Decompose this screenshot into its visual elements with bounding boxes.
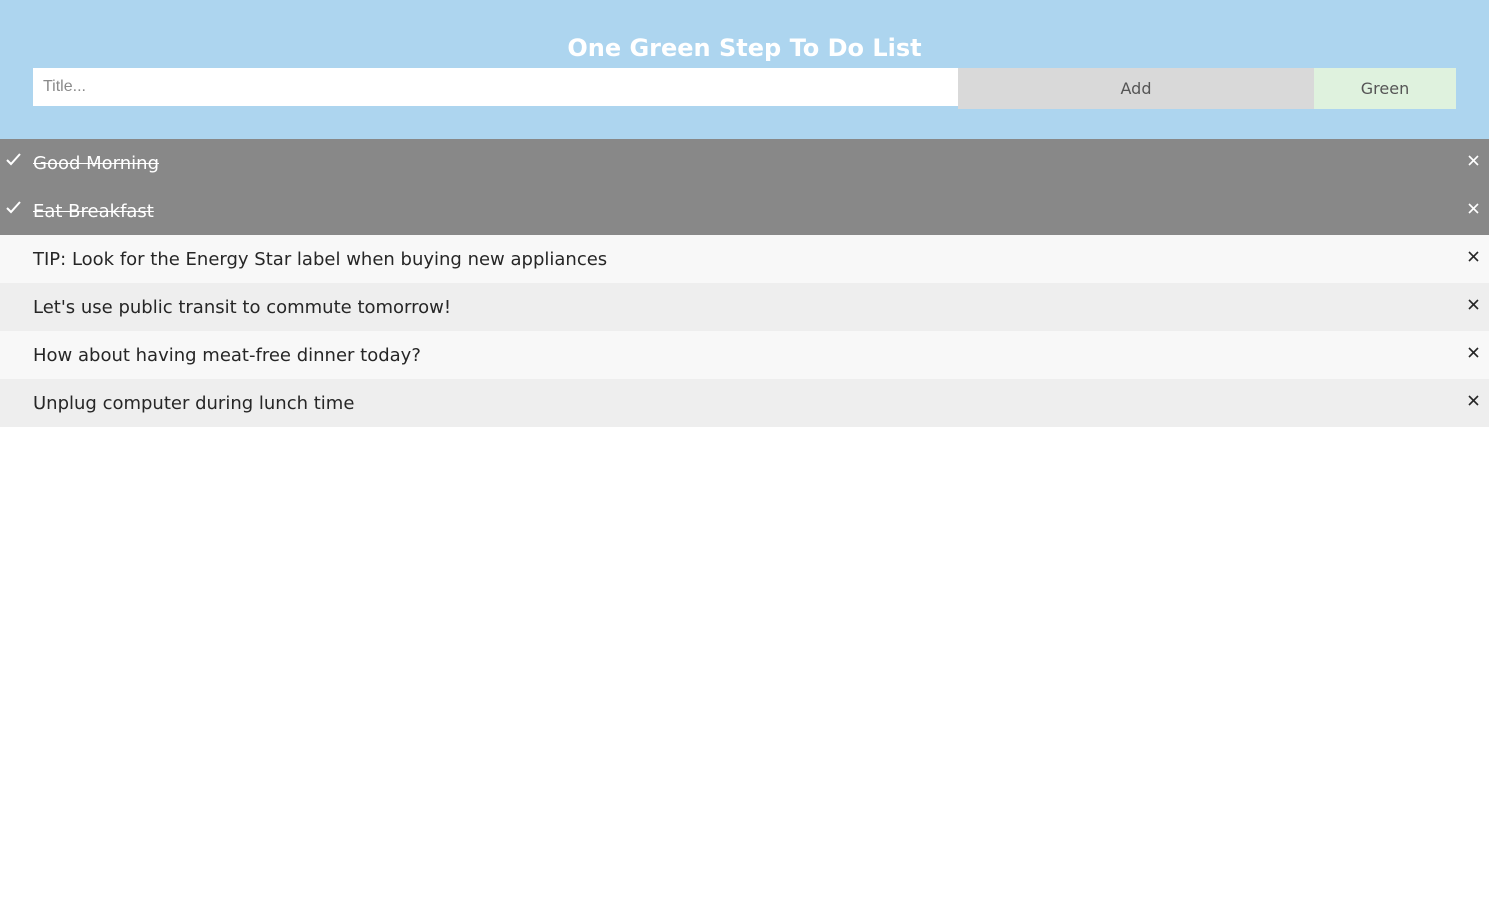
todo-item[interactable]: Eat Breakfast: [0, 187, 1489, 235]
todo-item[interactable]: Good Morning: [0, 139, 1489, 187]
close-icon[interactable]: [1468, 299, 1479, 310]
todo-item[interactable]: Unplug computer during lunch time: [0, 379, 1489, 427]
title-input[interactable]: [33, 68, 958, 106]
todo-item[interactable]: Let's use public transit to commute tomo…: [0, 283, 1489, 331]
close-icon[interactable]: [1468, 347, 1479, 358]
todo-item[interactable]: TIP: Look for the Energy Star label when…: [0, 235, 1489, 283]
todo-item-text: Unplug computer during lunch time: [33, 393, 355, 414]
todo-item-text: TIP: Look for the Energy Star label when…: [33, 249, 608, 270]
todo-item[interactable]: How about having meat-free dinner today?: [0, 331, 1489, 379]
todo-item-text: How about having meat-free dinner today?: [33, 345, 421, 366]
todo-list: Good Morning Eat Breakfast TIP: Look for…: [0, 139, 1489, 427]
check-icon: [6, 201, 21, 214]
green-button[interactable]: Green: [1314, 68, 1456, 109]
add-todo-form: Add Green: [33, 68, 1456, 109]
close-icon[interactable]: [1468, 251, 1479, 262]
todo-item-text: Eat Breakfast: [33, 201, 154, 222]
todo-item-text: Good Morning: [33, 153, 159, 174]
header: One Green Step To Do List Add Green: [0, 0, 1489, 139]
check-icon: [6, 153, 21, 166]
todo-item-text: Let's use public transit to commute tomo…: [33, 297, 452, 318]
page-title: One Green Step To Do List: [567, 34, 922, 62]
close-icon[interactable]: [1468, 395, 1479, 406]
close-icon[interactable]: [1468, 203, 1479, 214]
add-button[interactable]: Add: [958, 68, 1314, 109]
close-icon[interactable]: [1468, 155, 1479, 166]
